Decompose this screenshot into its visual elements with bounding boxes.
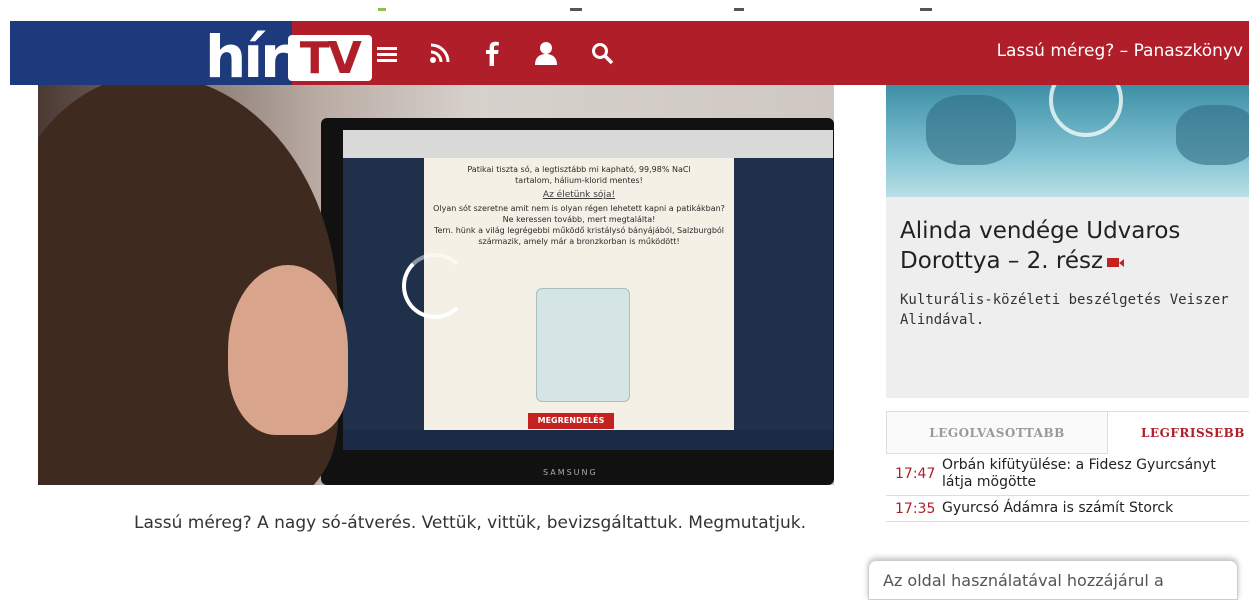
video-caption: Lassú méreg? A nagy só-átverés. Vettük, … [134, 513, 807, 533]
sidebar-feature-title[interactable]: Alinda vendége Udvaros Dorottya – 2. rés… [900, 216, 1249, 276]
facebook-icon[interactable] [484, 40, 500, 70]
logo-tv-box: TV [287, 32, 372, 84]
video-camera-icon [1107, 258, 1125, 267]
news-tabs: LEGOLVASOTTABB LEGFRISSEBB [886, 411, 1249, 454]
strip-mark [378, 8, 386, 11]
webshop-page: Patikai tiszta só, a legtisztább mi kaph… [424, 158, 734, 450]
screen-line: Ne keressen tovább, mert megtalálta! [502, 215, 656, 224]
user-icon[interactable] [533, 40, 559, 70]
monitor-brand: SAMSUNG [543, 468, 598, 477]
cookie-notice[interactable]: Az oldal használatával hozzájárul a [868, 560, 1238, 600]
woman-hand [228, 265, 348, 435]
list-item[interactable]: 17:35 Gyurcsó Ádámra is számít Storck [886, 496, 1249, 522]
order-button: MEGRENDELÉS [528, 413, 614, 429]
menu-icon[interactable] [375, 44, 399, 68]
screen-line: Patikai tiszta só, a legtisztább mi kaph… [467, 165, 691, 174]
rss-icon[interactable] [429, 42, 451, 68]
list-item[interactable]: 17:47 Orbán kifütyülése: a Fidesz Gyurcs… [886, 453, 1249, 496]
browser-top-strip [0, 0, 1249, 21]
search-icon[interactable] [591, 42, 615, 70]
play-icon[interactable] [1049, 85, 1123, 137]
video-player[interactable]: Patikai tiszta só, a legtisztább mi kaph… [38, 85, 834, 485]
sidebar-video-thumbnail[interactable] [886, 85, 1249, 197]
news-time: 17:47 [895, 466, 936, 482]
screen-link: Az életünk sója! [542, 190, 616, 200]
screen-line: származik, amely már a bronzkorban is mű… [478, 237, 680, 246]
strip-mark [570, 8, 582, 11]
tab-latest[interactable]: LEGFRISSEBB [1108, 412, 1249, 454]
map-shape [1176, 105, 1249, 165]
sidebar-feature-desc: Kulturális-közéleti beszélgetés Veiszer … [900, 292, 1229, 328]
logo-hir-text: hír [205, 23, 289, 91]
hirtv-logo[interactable]: hír TV [205, 21, 372, 91]
map-shape [926, 95, 1016, 165]
loading-spinner-icon [402, 253, 468, 319]
strip-mark [734, 8, 744, 11]
browser-bar [343, 130, 833, 158]
news-time: 17:35 [895, 500, 936, 517]
logo-tv-text: TV [299, 32, 362, 84]
screen-line: Olyan sót szeretne amit nem is olyan rég… [433, 204, 725, 213]
news-list: 17:47 Orbán kifütyülése: a Fidesz Gyurcs… [886, 453, 1249, 522]
strip-mark [920, 8, 932, 11]
header-topic-link[interactable]: Lassú méreg? – Panaszkönyv [997, 41, 1243, 61]
screen-line: tartalom, hálium-klorid mentes! [515, 176, 643, 185]
news-title: Orbán kifütyülése: a Fidesz Gyurcsányt l… [942, 457, 1216, 490]
feature-title-text: Alinda vendége Udvaros Dorottya – 2. rés… [900, 218, 1181, 274]
news-title: Gyurcsó Ádámra is számít Storck [942, 500, 1174, 516]
salt-bag-image [536, 288, 630, 402]
taskbar [343, 430, 833, 450]
tab-most-read[interactable]: LEGOLVASOTTABB [886, 412, 1108, 454]
screen-line: Tern. hünk a világ legrégebbi működő kri… [433, 226, 725, 235]
